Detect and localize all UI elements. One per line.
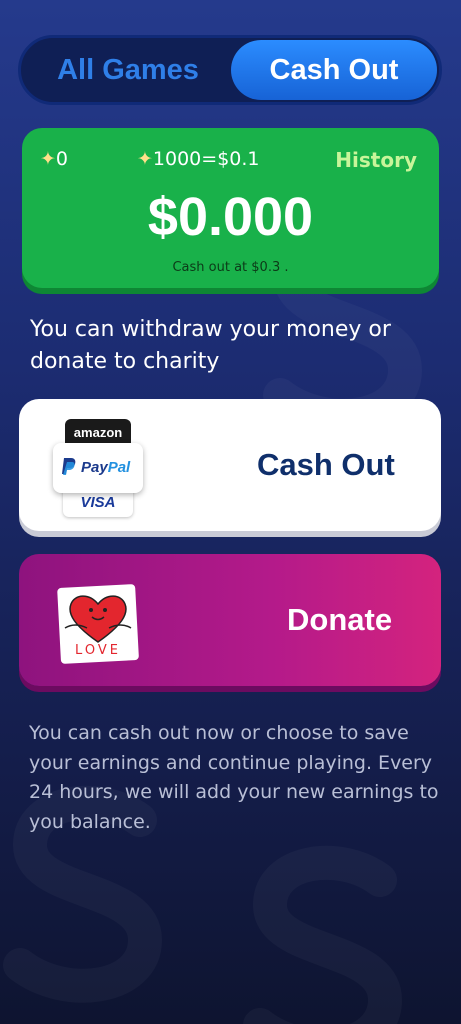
points-counter: ✦0 (40, 148, 68, 170)
conversion-rate: ✦1000=$0.1 (137, 148, 260, 170)
info-text: You can cash out now or choose to save y… (29, 722, 439, 833)
balance-card: ✦0 ✦1000=$0.1 History $0.000 Cash out at… (22, 128, 439, 288)
tab-all-games[interactable]: All Games (25, 40, 231, 100)
paypal-logo: PayPal (53, 443, 143, 493)
star-icon: ✦ (40, 148, 56, 170)
star-icon: ✦ (137, 148, 153, 170)
history-link[interactable]: History (335, 148, 417, 172)
donate-label: Donate (287, 602, 393, 637)
tab-switch: All Games Cash Out (18, 35, 442, 105)
paypal-pay-text: Pay (81, 459, 108, 476)
donate-button[interactable]: LOVE Donate (19, 554, 441, 686)
tab-cash-out[interactable]: Cash Out (231, 40, 437, 100)
love-icon-text: LOVE (75, 643, 121, 658)
intro-text: You can withdraw your money or donate to… (30, 317, 391, 374)
paypal-p-icon (62, 458, 76, 475)
points-value: 0 (55, 148, 69, 170)
balance-amount: $0.000 (147, 187, 314, 247)
cash-out-label: Cash Out (257, 447, 395, 482)
paypal-pal-text: Pal (107, 459, 131, 476)
cashout-threshold: Cash out at $0.3 . (172, 260, 289, 275)
love-heart-icon: LOVE (57, 584, 139, 664)
rate-value: 1000=$0.1 (152, 148, 260, 170)
cash-out-button[interactable]: amazon VISA PayPal Cash Out (19, 399, 441, 531)
